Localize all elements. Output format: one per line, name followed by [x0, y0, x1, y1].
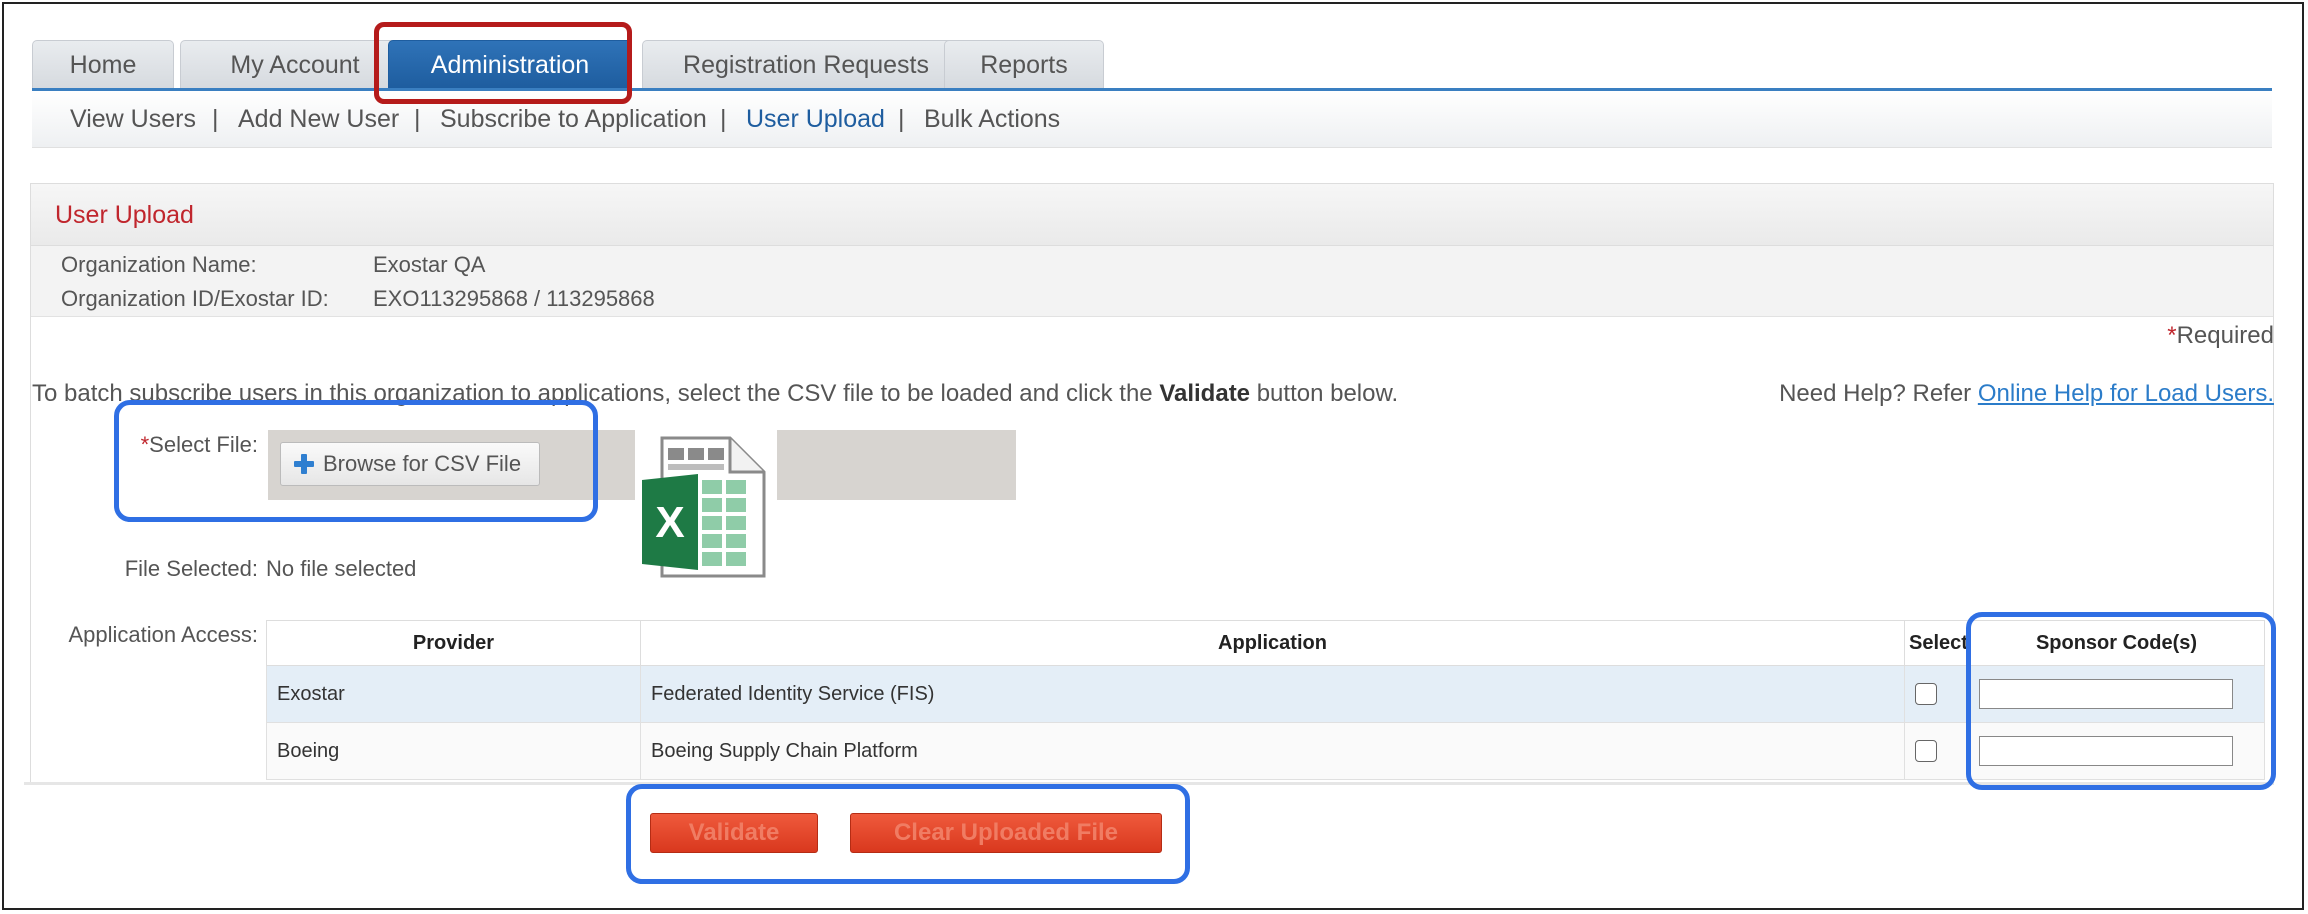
- org-id-label: Organization ID/Exostar ID:: [61, 286, 329, 311]
- subnav-user-upload[interactable]: User Upload: [746, 91, 885, 147]
- table-header-row: Provider Application Select Sponsor Code…: [266, 620, 2265, 666]
- required-note: *Required: [2167, 322, 2274, 350]
- excel-letter: X: [655, 498, 684, 547]
- application-cell: Boeing Supply Chain Platform: [640, 722, 1905, 780]
- header-select: Select: [1904, 620, 1969, 666]
- action-buttons-highlight: [626, 784, 1190, 884]
- instruction-bold: Validate: [1159, 380, 1251, 407]
- subnav-separator: |: [898, 105, 905, 133]
- tab-registration-requests[interactable]: Registration Requests: [642, 40, 970, 88]
- table-row: Exostar Federated Identity Service (FIS): [266, 665, 2265, 723]
- required-star: *: [2167, 322, 2177, 349]
- tab-home[interactable]: Home: [32, 40, 174, 88]
- select-file-highlight: [114, 400, 598, 522]
- subnav-separator: |: [212, 105, 219, 133]
- select-cell: [1904, 722, 1969, 780]
- table-row: Boeing Boeing Supply Chain Platform: [266, 722, 2265, 780]
- application-cell: Federated Identity Service (FIS): [640, 665, 1905, 723]
- help-prefix: Need Help? Refer: [1779, 380, 1978, 407]
- help-text: Need Help? Refer Online Help for Load Us…: [1779, 380, 2274, 408]
- sponsor-code-highlight: [1966, 612, 2276, 790]
- org-id-value: EXO113295868 / 113295868: [373, 286, 655, 311]
- administration-highlight: [374, 22, 632, 104]
- select-checkbox[interactable]: [1915, 740, 1937, 762]
- subnav-separator: |: [720, 105, 727, 133]
- sub-navigation: View Users | Add New User | Subscribe to…: [32, 91, 2272, 148]
- header-application: Application: [640, 620, 1905, 666]
- online-help-link[interactable]: Online Help for Load Users.: [1978, 380, 2274, 407]
- file-selected-label: File Selected:: [124, 556, 258, 581]
- header-provider: Provider: [266, 620, 641, 666]
- excel-file-icon: X: [642, 436, 766, 578]
- org-name-value: Exostar QA: [373, 252, 486, 277]
- provider-cell: Exostar: [266, 665, 641, 723]
- org-name-label: Organization Name:: [61, 252, 257, 277]
- subnav-view-users[interactable]: View Users: [70, 91, 196, 147]
- subnav-bulk-actions[interactable]: Bulk Actions: [924, 91, 1060, 147]
- organization-info: Organization Name: Exostar QA Organizati…: [31, 246, 2273, 317]
- select-cell: [1904, 665, 1969, 723]
- file-selected-value: No file selected: [266, 556, 417, 581]
- instruction-text-end: button below.: [1250, 380, 1399, 407]
- tab-reports[interactable]: Reports: [944, 40, 1104, 88]
- panel-title: User Upload: [31, 184, 2273, 246]
- provider-cell: Boeing: [266, 722, 641, 780]
- required-text: Required: [2176, 322, 2274, 349]
- application-access-label: Application Access:: [68, 622, 258, 647]
- select-checkbox[interactable]: [1915, 683, 1937, 705]
